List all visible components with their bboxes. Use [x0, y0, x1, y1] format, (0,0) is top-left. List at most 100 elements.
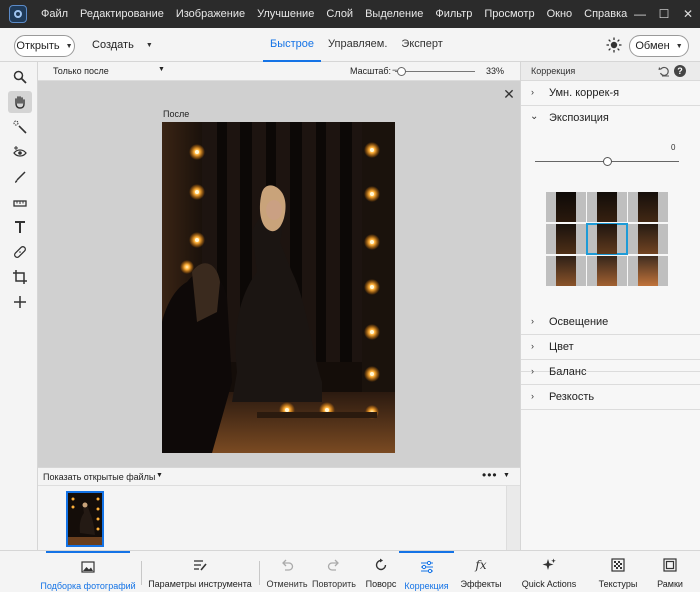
exposure-preset-thumbnail[interactable] — [628, 192, 668, 222]
chevron-right-icon: › — [531, 391, 534, 401]
preset-photo — [638, 256, 658, 286]
exposure-preset-thumbnail[interactable] — [587, 192, 627, 222]
more-options-icon[interactable]: ••• — [482, 468, 498, 482]
view-mode-select[interactable]: Только после — [53, 66, 109, 76]
image-canvas[interactable]: ✕ После — [38, 81, 520, 467]
textures-icon — [610, 557, 626, 573]
exposure-preset-thumbnail[interactable] — [546, 192, 586, 222]
menu-window[interactable]: Окно — [541, 0, 579, 28]
effects-button[interactable]: fx Эффекты — [458, 551, 504, 592]
brush-tool-icon[interactable] — [8, 166, 32, 188]
chevron-down-icon[interactable]: ▼ — [158, 66, 165, 73]
quick-selection-tool-icon[interactable] — [8, 116, 32, 138]
text-tool-icon[interactable] — [8, 216, 32, 238]
preset-photo — [638, 192, 658, 222]
adjustments-label: Коррекция — [404, 581, 449, 591]
redo-icon — [326, 557, 342, 573]
chevron-right-icon: › — [531, 341, 534, 351]
exposure-preset-thumbnail[interactable] — [546, 224, 586, 254]
zoom-slider-knob[interactable] — [397, 67, 407, 76]
view-options-bar: Только после ▼ Масштаб: − 33% — [38, 62, 520, 81]
undo-button[interactable]: Отменить — [264, 551, 310, 592]
reset-icon[interactable] — [658, 65, 670, 77]
menu-filter[interactable]: Фильтр — [429, 0, 478, 28]
menu-view[interactable]: Просмотр — [478, 0, 540, 28]
straighten-tool-icon[interactable] — [8, 191, 32, 213]
zoom-tool-icon[interactable] — [8, 66, 32, 88]
create-button[interactable]: Создать ▼ — [92, 39, 153, 51]
red-eye-tool-icon[interactable] — [8, 141, 32, 163]
section-smart-fix[interactable]: › Умн. коррек-я — [521, 81, 700, 106]
section-exposure[interactable]: ⌄ Экспозиция — [521, 106, 700, 131]
share-button-label: Обмен — [635, 40, 670, 52]
tab-expert[interactable]: Эксперт — [394, 28, 449, 62]
tool-options-button[interactable]: Параметры инструмента — [148, 551, 252, 592]
exposure-slider-knob[interactable] — [603, 157, 612, 166]
crop-tool-icon[interactable] — [8, 266, 32, 288]
menu-file[interactable]: Файл — [35, 0, 74, 28]
section-label: Резкость — [549, 391, 595, 403]
frames-button[interactable]: Рамки — [650, 551, 690, 592]
chevron-right-icon: › — [531, 316, 534, 326]
adjustments-icon — [419, 559, 435, 575]
exposure-preset-thumbnail[interactable] — [628, 224, 668, 254]
zoom-slider-track[interactable] — [395, 71, 475, 72]
menu-help[interactable]: Справка — [578, 0, 633, 28]
section-sharpness[interactable]: › Резкость — [521, 385, 700, 410]
tool-strip — [0, 62, 38, 550]
photo-bin-button[interactable]: Подборка фотографий — [40, 551, 136, 592]
menu-select[interactable]: Выделение — [359, 0, 429, 28]
menu-image[interactable]: Изображение — [170, 0, 251, 28]
exposure-preset-thumbnail[interactable] — [586, 223, 628, 255]
section-balance[interactable]: › Баланс — [521, 360, 700, 385]
section-label: Экспозиция — [549, 112, 609, 124]
panel-title: Коррекция — [531, 66, 576, 76]
redo-button[interactable]: Повторить — [311, 551, 357, 592]
move-tool-icon[interactable] — [8, 291, 32, 313]
menu-layer[interactable]: Слой — [320, 0, 359, 28]
open-button[interactable]: Открыть ▼ — [14, 35, 75, 57]
help-icon[interactable]: ? — [674, 65, 686, 77]
preset-photo — [556, 192, 576, 222]
open-files-select[interactable]: Показать открытые файлы — [43, 472, 155, 482]
adjustments-button[interactable]: Коррекция — [399, 551, 454, 592]
tab-guided[interactable]: Управляем. — [321, 28, 394, 62]
exposure-preset-thumbnail[interactable] — [628, 256, 668, 286]
exposure-preset-thumbnail[interactable] — [587, 256, 627, 286]
menu-enhance[interactable]: Улучшение — [251, 0, 320, 28]
chevron-down-icon[interactable]: ▼ — [156, 472, 163, 479]
section-label: Освещение — [549, 316, 609, 328]
quick-actions-button[interactable]: Quick Actions — [518, 551, 580, 592]
frames-icon — [662, 557, 678, 573]
section-lighting[interactable]: › Освещение — [521, 310, 700, 335]
minimize-button[interactable]: — — [628, 0, 652, 28]
top-toolbar: Открыть ▼ Создать ▼ Быстрое Управляем. Экс… — [0, 28, 700, 62]
preset-photo — [556, 224, 576, 254]
zoom-label: Масштаб: — [350, 66, 392, 76]
rotate-button[interactable]: Поворс — [362, 551, 400, 592]
close-icon[interactable]: ✕ — [502, 87, 516, 101]
photo-thumbnail[interactable] — [66, 491, 104, 547]
hand-tool-icon[interactable] — [8, 91, 32, 113]
chevron-down-icon: ▼ — [65, 42, 73, 50]
spot-healing-tool-icon[interactable] — [8, 241, 32, 263]
menu-edit[interactable]: Редактирование — [74, 0, 170, 28]
textures-button[interactable]: Текстуры — [592, 551, 644, 592]
preset-photo — [556, 256, 576, 286]
photo-bin-scrollbar[interactable] — [506, 486, 520, 551]
main-menu: Файл Редактирование Изображение Улучшени… — [35, 0, 633, 28]
share-button[interactable]: Обмен ▼ — [629, 35, 689, 57]
chevron-down-icon[interactable]: ▼ — [503, 472, 510, 479]
close-window-button[interactable]: ✕ — [676, 0, 700, 28]
exposure-preset-grid — [546, 192, 668, 286]
chevron-right-icon: › — [531, 87, 534, 97]
maximize-button[interactable]: ☐ — [652, 0, 676, 28]
section-color[interactable]: › Цвет — [521, 335, 700, 360]
tab-quick[interactable]: Быстрое — [263, 28, 322, 62]
frames-label: Рамки — [657, 579, 683, 589]
sun-icon[interactable] — [606, 37, 622, 53]
zoom-value: 33% — [486, 66, 505, 76]
exposure-preset-thumbnail[interactable] — [546, 256, 586, 286]
edited-photo[interactable] — [162, 122, 395, 453]
tool-options-icon — [192, 557, 208, 573]
